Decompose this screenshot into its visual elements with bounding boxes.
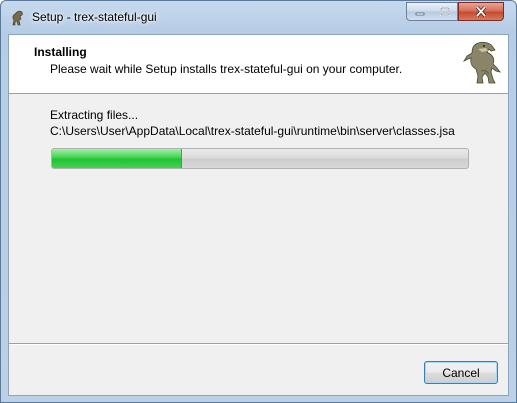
close-icon [475,6,487,17]
progress-fill [52,149,182,168]
wizard-header: Installing Please wait while Setup insta… [9,35,508,94]
current-file-path: C:\Users\User\AppData\Local\trex-statefu… [50,124,455,138]
trex-icon [12,10,23,26]
window-title: Setup - trex-stateful-gui [32,10,157,24]
page-title: Installing [34,45,87,59]
minimize-icon [415,12,424,15]
maximize-icon [439,7,450,16]
install-progress-bar [51,148,469,169]
close-button[interactable] [458,2,504,21]
title-bar[interactable]: Setup - trex-stateful-gui [1,1,516,33]
status-text: Extracting files... [50,108,139,122]
minimize-button[interactable] [406,2,433,21]
page-subtitle: Please wait while Setup installs trex-st… [50,62,403,76]
maximize-button[interactable] [432,2,458,21]
footer-divider [9,343,508,345]
installer-body: Installing Please wait while Setup insta… [8,34,509,396]
dinosaur-icon [462,41,501,84]
setup-window: Setup - trex-stateful-gui Installing Ple… [0,0,517,403]
cancel-button[interactable]: Cancel [424,361,498,384]
